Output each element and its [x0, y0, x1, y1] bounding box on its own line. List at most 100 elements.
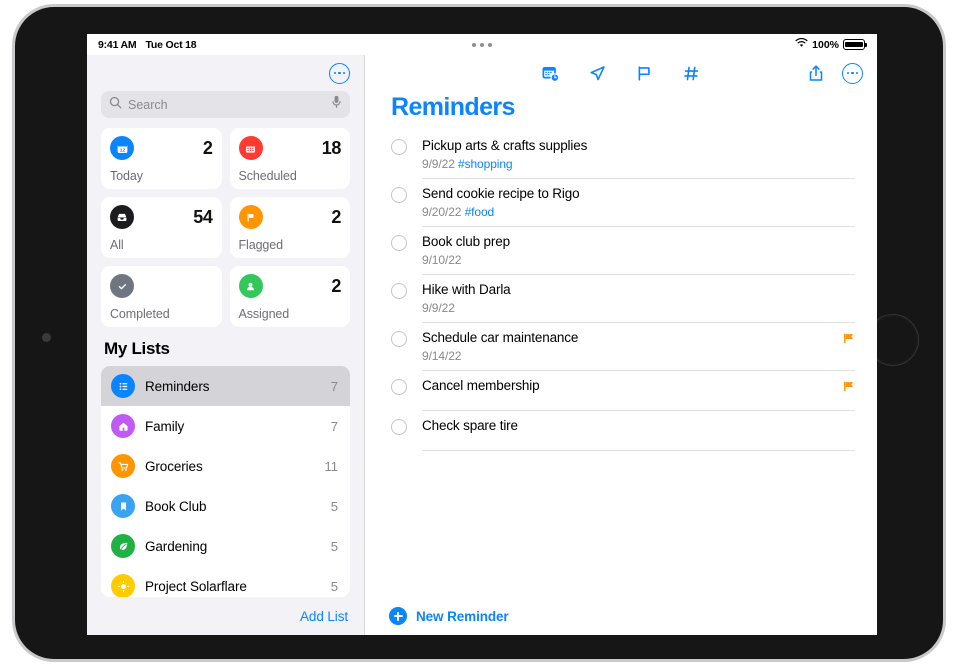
reminder-title: Hike with Darla — [422, 282, 511, 297]
house-icon — [111, 414, 135, 438]
wifi-icon — [795, 37, 808, 51]
reminder-checkbox[interactable] — [391, 331, 407, 347]
sidebar-item-reminders[interactable]: Reminders 7 — [101, 366, 350, 406]
calendar-icon — [238, 136, 263, 160]
reminder-date: 9/9/22 — [422, 157, 455, 171]
sidebar-item-groceries[interactable]: Groceries 11 — [101, 446, 350, 486]
search-input[interactable] — [128, 97, 325, 112]
person-icon — [238, 274, 263, 298]
reminder-checkbox[interactable] — [391, 139, 407, 155]
sidebar-item-count-reminders: 7 — [330, 378, 338, 394]
smart-list-label-scheduled: Scheduled — [238, 169, 297, 183]
smart-list-card-scheduled[interactable]: 18 Scheduled — [229, 128, 350, 189]
reminder-row[interactable]: Cancel membership — [391, 370, 855, 410]
plus-circle-icon[interactable] — [389, 607, 407, 625]
checkmark-icon — [110, 274, 134, 298]
reminder-checkbox[interactable] — [391, 419, 407, 435]
sidebar-item-count-book-club: 5 — [330, 498, 338, 514]
main-bottom-bar: New Reminder — [365, 597, 877, 635]
smart-list-count-today: 2 — [202, 137, 213, 158]
sidebar-more-button[interactable] — [329, 62, 350, 84]
battery-full-icon — [843, 39, 867, 50]
reminder-date: 9/14/22 — [422, 349, 462, 363]
main-toolbar-center — [365, 64, 877, 83]
my-lists-heading: My Lists — [104, 339, 170, 358]
smart-list-card-all[interactable]: 54 All — [101, 197, 222, 258]
sidebar-item-project-solarflare[interactable]: Project Solarflare 5 — [101, 566, 350, 597]
flag-indicator-icon[interactable] — [842, 332, 855, 350]
smart-list-count-all: 54 — [193, 206, 213, 227]
svg-text:12: 12 — [119, 147, 125, 153]
reminder-checkbox[interactable] — [391, 283, 407, 299]
new-reminder-button[interactable]: New Reminder — [416, 609, 509, 624]
ipad-device-frame: 9:41 AM Tue Oct 18 100% Search 12 2 Toda… — [12, 4, 946, 662]
sidebar-item-label-gardening: Gardening — [145, 538, 208, 554]
smart-list-card-today[interactable]: 12 2 Today — [101, 128, 222, 189]
reminder-checkbox[interactable] — [391, 379, 407, 395]
sidebar-item-count-groceries: 11 — [324, 458, 339, 474]
sidebar-toolbar — [87, 55, 364, 91]
smart-list-count-flagged: 2 — [331, 206, 341, 227]
sidebar-item-family[interactable]: Family 7 — [101, 406, 350, 446]
hashtag-icon[interactable] — [682, 64, 701, 83]
smart-list-card-assigned[interactable]: 2 Assigned — [229, 266, 350, 327]
app-body: 12 2 Today — [87, 55, 877, 635]
bookmark-icon — [111, 494, 135, 518]
multitasking-dots-icon[interactable] — [87, 34, 877, 55]
reminder-date: 9/9/22 — [422, 301, 455, 315]
page-title: Reminders — [391, 93, 515, 121]
sidebar-bottom-bar: Add List — [87, 597, 364, 635]
location-arrow-icon[interactable] — [588, 64, 607, 83]
reminder-date: 9/10/22 — [422, 253, 462, 267]
reminder-tag[interactable]: #food — [465, 205, 495, 219]
reminder-title: Cancel membership — [422, 378, 540, 393]
reminder-row[interactable]: Pickup arts & crafts supplies 9/9/22 #sh… — [391, 130, 855, 178]
calendar-clock-icon[interactable] — [541, 64, 560, 83]
smart-list-cards: 12 2 Today 18 Scheduled 54 All 2 Flagged… — [87, 128, 364, 337]
reminder-tag[interactable]: #shopping — [458, 157, 513, 171]
search-container — [87, 91, 364, 128]
status-bar: 9:41 AM Tue Oct 18 100% — [87, 34, 877, 55]
smart-list-label-today: Today — [110, 169, 143, 183]
sidebar-item-count-family: 7 — [330, 418, 338, 434]
reminder-checkbox[interactable] — [391, 235, 407, 251]
share-icon[interactable] — [807, 64, 825, 83]
search-field[interactable] — [101, 91, 350, 118]
reminder-row[interactable]: Hike with Darla 9/9/22 — [391, 274, 855, 322]
reminder-date: 9/20/22 — [422, 205, 462, 219]
main-toolbar-right — [807, 62, 863, 84]
sidebar-item-count-project-solarflare: 5 — [330, 578, 338, 594]
reminder-row[interactable]: Send cookie recipe to Rigo 9/20/22 #food — [391, 178, 855, 226]
smart-list-card-flagged[interactable]: 2 Flagged — [229, 197, 350, 258]
sidebar-item-label-book-club: Book Club — [145, 498, 207, 514]
status-date: Tue Oct 18 — [145, 38, 197, 51]
sun-icon — [111, 574, 135, 597]
smart-list-card-completed[interactable]: Completed — [101, 266, 222, 327]
sidebar-item-gardening[interactable]: Gardening 5 — [101, 526, 350, 566]
smart-list-label-completed: Completed — [110, 307, 170, 321]
main-more-button[interactable] — [842, 62, 863, 84]
reminder-title: Pickup arts & crafts supplies — [422, 138, 588, 153]
sidebar-item-book-club[interactable]: Book Club 5 — [101, 486, 350, 526]
sidebar: 12 2 Today — [87, 55, 365, 635]
cart-icon — [111, 454, 135, 478]
inbox-tray-icon — [110, 205, 134, 229]
reminder-row[interactable]: Book club prep 9/10/22 — [391, 226, 855, 274]
main-panel: Reminders Pickup arts & crafts supplies … — [365, 55, 877, 635]
reminders-list: Pickup arts & crafts supplies 9/9/22 #sh… — [365, 130, 877, 597]
reminder-row[interactable]: Schedule car maintenance 9/14/22 — [391, 322, 855, 370]
calendar-day-icon: 12 — [110, 136, 134, 160]
flag-outline-icon[interactable] — [635, 64, 654, 83]
search-icon — [109, 96, 122, 114]
microphone-icon[interactable] — [331, 95, 342, 114]
reminder-checkbox[interactable] — [391, 187, 407, 203]
smart-list-count-assigned: 2 — [331, 275, 341, 296]
add-list-button[interactable]: Add List — [300, 609, 348, 624]
reminder-row[interactable]: Check spare tire — [391, 410, 855, 450]
status-bar-right: 100% — [795, 37, 877, 51]
smart-list-label-assigned: Assigned — [238, 307, 290, 321]
flag-indicator-icon[interactable] — [842, 380, 855, 398]
reminder-title: Book club prep — [422, 234, 510, 249]
battery-percent: 100% — [812, 38, 839, 51]
smart-list-count-scheduled: 18 — [321, 137, 342, 158]
